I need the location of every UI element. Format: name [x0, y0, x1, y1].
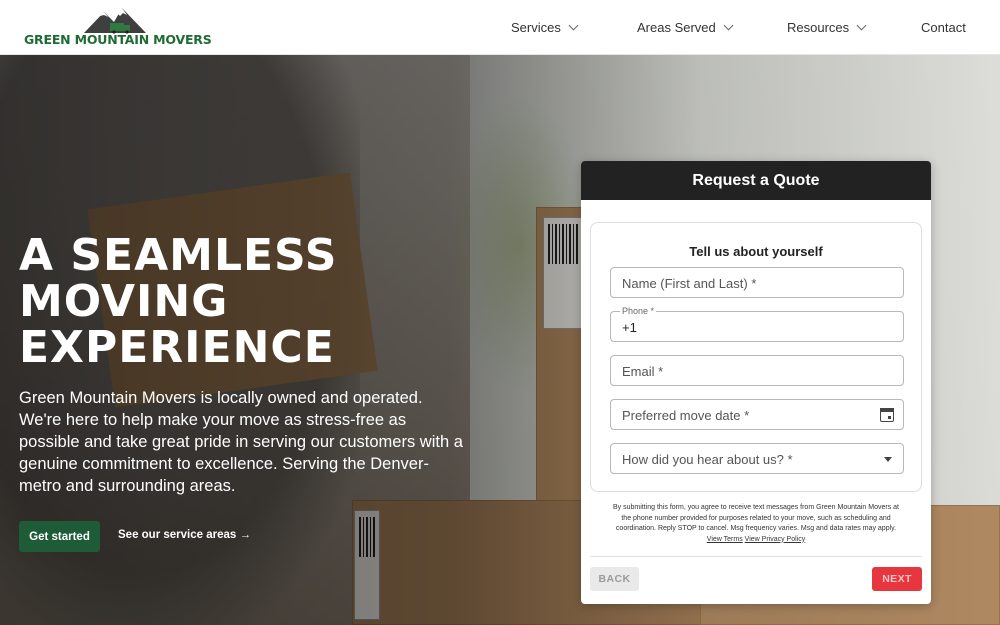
chevron-down-icon: [723, 20, 734, 31]
logo[interactable]: GREEN MOUNTAIN MOVERS: [24, 6, 214, 50]
site-header: GREEN MOUNTAIN MOVERS Services Areas Ser…: [0, 0, 1000, 55]
referral-source-placeholder: How did you hear about us? *: [622, 452, 793, 467]
back-button[interactable]: BACK: [590, 567, 639, 591]
name-placeholder: Name (First and Last) *: [622, 276, 757, 291]
quote-form-step: Tell us about yourself Name (First and L…: [590, 222, 922, 492]
calendar-icon[interactable]: [880, 408, 894, 422]
get-started-button[interactable]: Get started: [19, 521, 100, 552]
service-areas-link[interactable]: See our service areas →: [118, 529, 251, 541]
nav-areas-served[interactable]: Areas Served: [637, 0, 734, 55]
chevron-down-icon: [568, 20, 579, 31]
nav-resources[interactable]: Resources: [787, 0, 867, 55]
dropdown-arrow-icon: [884, 457, 892, 462]
quote-form-section-title: Tell us about yourself: [689, 244, 823, 259]
hero-intro-text: Green Mountain Movers is locally owned a…: [19, 389, 463, 495]
email-placeholder: Email *: [622, 364, 664, 379]
nav-services-label: Services: [511, 20, 561, 35]
phone-label: Phone *: [620, 306, 657, 316]
phone-value: +1: [622, 320, 637, 335]
sms-disclaimer-text: By submitting this form, you agree to re…: [613, 504, 899, 532]
move-date-placeholder: Preferred move date *: [622, 408, 750, 423]
name-field[interactable]: Name (First and Last) *: [610, 267, 904, 298]
hero-headline-line: EXPERIENCE: [19, 322, 335, 373]
nav-contact-label: Contact: [921, 20, 966, 35]
move-date-field[interactable]: Preferred move date *: [610, 399, 904, 430]
referral-source-select[interactable]: How did you hear about us? *: [610, 443, 904, 474]
nav-contact[interactable]: Contact: [921, 0, 966, 55]
email-field[interactable]: Email *: [610, 355, 904, 386]
logo-text: GREEN MOUNTAIN MOVERS: [24, 32, 212, 47]
mountain-truck-logo-icon: [84, 8, 146, 34]
next-button[interactable]: NEXT: [872, 567, 922, 591]
quote-form-card: Request a Quote Tell us about yourself N…: [581, 161, 931, 604]
phone-field[interactable]: Phone * +1: [610, 306, 904, 342]
quote-form-title: Request a Quote: [581, 161, 931, 200]
form-divider: [590, 556, 922, 557]
nav-areas-served-label: Areas Served: [637, 20, 716, 35]
hero-headline: A SEAMLESS MOVING EXPERIENCE: [19, 233, 459, 371]
nav-services[interactable]: Services: [511, 0, 579, 55]
view-terms-link[interactable]: View Terms: [707, 536, 743, 543]
hero-headline-line: MOVING: [19, 276, 229, 327]
hero-headline-line: A SEAMLESS: [19, 230, 338, 281]
chevron-down-icon: [856, 20, 867, 31]
view-privacy-link[interactable]: View Privacy Policy: [745, 536, 806, 543]
nav-resources-label: Resources: [787, 20, 850, 35]
sms-disclaimer: By submitting this form, you agree to re…: [611, 503, 901, 545]
